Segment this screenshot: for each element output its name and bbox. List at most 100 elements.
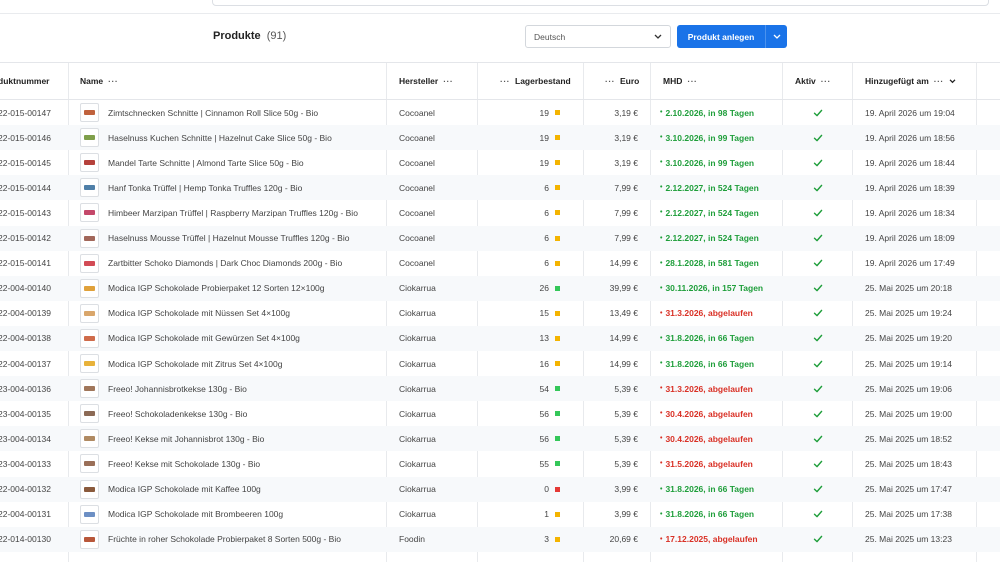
- product-name[interactable]: Zimtschnecken Schnitte | Cinnamon Roll S…: [108, 100, 383, 125]
- column-header-mhd[interactable]: MHD ···: [663, 63, 702, 99]
- active-check-icon[interactable]: [811, 477, 825, 502]
- active-check-icon[interactable]: [811, 251, 825, 276]
- table-row[interactable]: 22-004-00139 Modica IGP Schokolade mit Nü…: [0, 301, 1000, 326]
- product-count: (91): [266, 30, 287, 42]
- active-check-icon[interactable]: [811, 276, 825, 301]
- product-name[interactable]: Modica IGP Schokolade mit Gewürzen Set 4…: [108, 326, 383, 351]
- more-icon[interactable]: ···: [605, 76, 615, 86]
- product-name[interactable]: Modica IGP Schokolade Probierpaket 12 So…: [108, 276, 383, 301]
- table-row[interactable]: 22-004-00140 Modica IGP Schokolade Probie…: [0, 275, 1000, 301]
- stock-value: 56: [539, 408, 549, 419]
- stock-value: 6: [544, 258, 549, 269]
- table-row[interactable]: 22-004-00131 Modica IGP Schokolade mit Br…: [0, 502, 1000, 527]
- product-name[interactable]: Modica IGP Schokolade mit Zitrus Set 4×1…: [108, 351, 383, 376]
- stock-cell: 56: [480, 426, 560, 451]
- table-row[interactable]: 22-015-00143 Himbeer Marzipan Trüffel | R…: [0, 200, 1000, 225]
- mhd-cell: • 3.10.2026, in 99 Tagen: [660, 125, 780, 150]
- more-icon[interactable]: ···: [500, 76, 510, 86]
- more-icon[interactable]: ···: [687, 76, 697, 86]
- search-bar[interactable]: [212, 0, 989, 6]
- active-check-icon[interactable]: [811, 200, 825, 225]
- product-name[interactable]: Hanf Tonka Trüffel | Hemp Tonka Truffles…: [108, 175, 383, 200]
- product-name[interactable]: Freeo! Kekse mit Johannisbrot 130g - Bio: [108, 426, 383, 451]
- mhd-value: 31.3.2026, abgelaufen: [665, 383, 753, 394]
- mhd-cell: • 31.8.2026, in 66 Tagen: [660, 351, 780, 376]
- stock-cell: 19: [480, 100, 560, 125]
- price: 14,99 €: [609, 258, 638, 269]
- stock-value: 15: [539, 308, 549, 319]
- product-name[interactable]: Freeo! Kekse mit Schokolade 130g - Bio: [108, 451, 383, 476]
- stock-value: 19: [539, 107, 549, 118]
- column-header-price[interactable]: ··· Euro: [600, 63, 639, 99]
- product-thumbnail: [80, 128, 99, 148]
- added-date: 19. April 2026 um 19:04: [865, 107, 955, 118]
- product-name[interactable]: Modica IGP Schokolade mit Nüssen Set 4×1…: [108, 301, 383, 326]
- table-row[interactable]: 22-004-00137 Modica IGP Schokolade mit Zi…: [0, 351, 1000, 376]
- product-name[interactable]: Modica IGP Schokolade mit Brombeeren 100…: [108, 502, 383, 527]
- active-check-icon[interactable]: [811, 150, 825, 175]
- active-check-icon[interactable]: [811, 175, 825, 200]
- product-name[interactable]: Haselnuss Mousse Trüffel | Hazelnut Mous…: [108, 226, 383, 251]
- column-header-number[interactable]: duktnummer: [0, 63, 49, 99]
- table-row[interactable]: 22-015-00144 Hanf Tonka Trüffel | Hemp To…: [0, 175, 1000, 201]
- active-check-icon[interactable]: [811, 527, 825, 552]
- active-check-icon[interactable]: [811, 502, 825, 527]
- mhd-cell: • 30.4.2026, abgelaufen: [660, 401, 780, 426]
- more-icon[interactable]: ···: [821, 76, 831, 86]
- stock-status-indicator: [555, 285, 560, 291]
- stock-value: 3: [544, 534, 549, 545]
- table-row[interactable]: 23-004-00136 Freeo! Johannisbrotkekse 130…: [0, 376, 1000, 402]
- manufacturer: Ciokarrua: [399, 358, 436, 369]
- active-check-icon[interactable]: [811, 100, 825, 125]
- product-name[interactable]: Früchte in roher Schokolade Probierpaket…: [108, 527, 383, 552]
- table-row[interactable]: 23-004-00133 Freeo! Kekse mit Schokolade …: [0, 451, 1000, 476]
- active-check-icon[interactable]: [811, 301, 825, 326]
- active-check-icon[interactable]: [811, 326, 825, 351]
- create-product-dropdown-button[interactable]: [765, 25, 787, 48]
- active-check-icon[interactable]: [811, 451, 825, 476]
- column-header-added[interactable]: Hinzugefügt am ···: [865, 63, 956, 99]
- table-row[interactable]: 22-015-00142 Haselnuss Mousse Trüffel | H…: [0, 225, 1000, 251]
- product-number: 22-015-00142: [0, 233, 51, 243]
- product-name[interactable]: Mandel Tarte Schnitte | Almond Tarte Sli…: [108, 150, 383, 175]
- chevron-down-icon[interactable]: [949, 76, 956, 86]
- table-row[interactable]: 23-004-00134 Freeo! Kekse mit Johannisbro…: [0, 426, 1000, 452]
- table-row[interactable]: 22-015-00145 Mandel Tarte Schnitte | Almo…: [0, 150, 1000, 175]
- stock-value: 16: [539, 358, 549, 369]
- product-name[interactable]: Freeo! Johannisbrotkekse 130g - Bio: [108, 376, 383, 401]
- active-check-icon[interactable]: [811, 426, 825, 451]
- table-row[interactable]: 22-014-00130 Früchte in roher Schokolade …: [0, 526, 1000, 552]
- more-icon[interactable]: ···: [108, 76, 118, 86]
- table-row[interactable]: 22-004-00132 Modica IGP Schokolade mit Ka…: [0, 476, 1000, 502]
- product-name[interactable]: Modica IGP Schokolade mit Kaffee 100g: [108, 477, 383, 502]
- product-name[interactable]: Freeo! Schokoladenkekse 130g - Bio: [108, 401, 383, 426]
- table-row[interactable]: 22-015-00141 Zartbitter Schoko Diamonds |…: [0, 251, 1000, 276]
- active-check-icon[interactable]: [811, 401, 825, 426]
- product-image: [84, 135, 95, 141]
- column-header-manufacturer[interactable]: Hersteller ···: [399, 63, 458, 99]
- active-check-icon[interactable]: [811, 125, 825, 150]
- product-name[interactable]: Zartbitter Schoko Diamonds | Dark Choc D…: [108, 251, 383, 276]
- table-row[interactable]: 22-015-00147 Zimtschnecken Schnitte | Cin…: [0, 100, 1000, 125]
- product-name[interactable]: Haselnuss Kuchen Schnitte | Hazelnut Cak…: [108, 125, 383, 150]
- product-name[interactable]: Himbeer Marzipan Trüffel | Raspberry Mar…: [108, 200, 383, 225]
- language-select[interactable]: Deutsch: [525, 25, 671, 48]
- column-header-label: Lagerbestand: [515, 76, 571, 86]
- table-row[interactable]: 22-004-00138 Modica IGP Schokolade mit Ge…: [0, 325, 1000, 351]
- more-icon[interactable]: ···: [934, 76, 944, 86]
- column-header-label: duktnummer: [0, 76, 50, 86]
- stock-cell: 26: [480, 276, 560, 301]
- create-product-button[interactable]: Produkt anlegen: [677, 25, 765, 48]
- mhd-value: 2.10.2026, in 98 Tagen: [665, 107, 755, 118]
- active-check-icon[interactable]: [811, 351, 825, 376]
- active-check-icon[interactable]: [811, 226, 825, 251]
- column-header-name[interactable]: Name ···: [80, 63, 123, 99]
- product-number: 22-004-00132: [0, 484, 51, 494]
- table-row[interactable]: 22-015-00146 Haselnuss Kuchen Schnitte | …: [0, 125, 1000, 151]
- column-header-active[interactable]: Aktiv ···: [795, 63, 836, 99]
- manufacturer: Cocoanel: [399, 207, 435, 218]
- table-row[interactable]: 23-004-00135 Freeo! Schokoladenkekse 130g…: [0, 401, 1000, 426]
- more-icon[interactable]: ···: [443, 76, 453, 86]
- column-header-stock[interactable]: ··· Lagerbestand: [495, 63, 571, 99]
- active-check-icon[interactable]: [811, 376, 825, 401]
